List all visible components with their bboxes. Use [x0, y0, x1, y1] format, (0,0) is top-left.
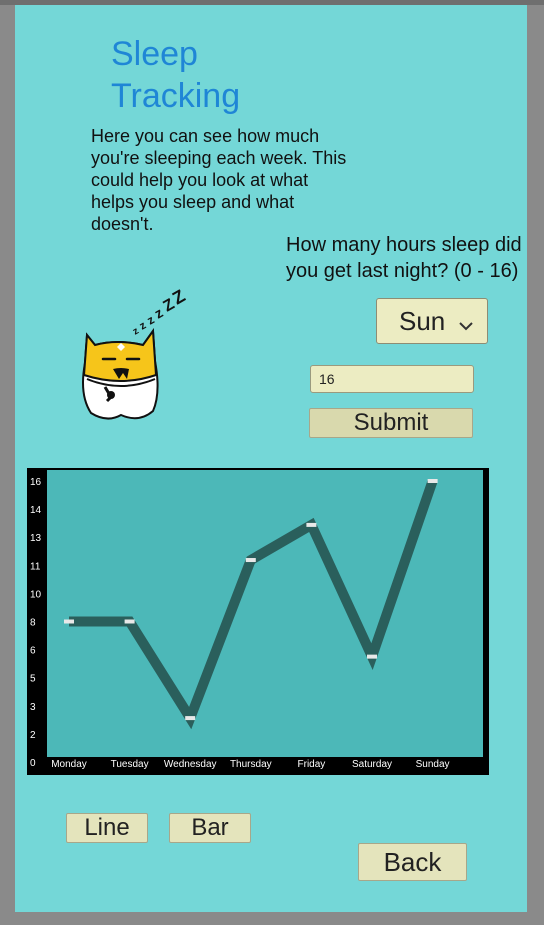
bar-chart-button[interactable]: Bar — [169, 813, 251, 843]
hours-input[interactable] — [310, 365, 474, 393]
y-tick-label: 6 — [30, 646, 36, 657]
back-button[interactable]: Back — [358, 843, 467, 881]
x-tick-label: Thursday — [230, 759, 272, 770]
x-tick-label: Sunday — [416, 759, 450, 770]
sleeping-mascot: z z z z Z Z — [65, 283, 205, 428]
data-point — [124, 619, 135, 624]
x-tick-labels: Monday Tuesday Wednesday Thursday Friday Satu… — [51, 759, 449, 770]
x-tick-label: Wednesday — [164, 759, 217, 770]
data-point — [306, 522, 317, 527]
sleep-line-chart: 0 2 3 5 6 8 10 11 13 14 16 Monday Tuesday Wednesday T… — [27, 468, 489, 775]
chevron-down-icon — [457, 311, 475, 331]
line-chart-button[interactable]: Line — [66, 813, 148, 843]
sleep-zzz-icon: z z z z Z Z — [131, 286, 189, 338]
submit-button[interactable]: Submit — [309, 408, 473, 438]
y-tick-label: 8 — [30, 618, 36, 629]
x-tick-label: Tuesday — [111, 759, 149, 770]
page-title: Sleep Tracking — [111, 35, 241, 115]
data-point — [367, 654, 377, 659]
y-tick-label: 10 — [30, 589, 42, 600]
data-point — [427, 479, 438, 483]
y-tick-label: 13 — [30, 533, 42, 544]
y-tick-label: 2 — [30, 730, 36, 741]
data-point — [64, 619, 74, 624]
y-tick-label: 16 — [30, 477, 42, 488]
x-tick-label: Saturday — [352, 759, 392, 770]
day-select-value: Sun — [399, 305, 446, 336]
y-tick-label: 5 — [30, 674, 36, 685]
data-point — [245, 558, 256, 563]
x-tick-label: Monday — [51, 759, 87, 770]
hours-question: How many hours sleep did you get last ni… — [286, 234, 522, 282]
sleep-tracking-panel: Sleep Tracking Here you can see how much… — [15, 5, 527, 912]
y-tick-label: 0 — [30, 758, 36, 769]
bottom-bar — [0, 912, 544, 925]
y-tick-label: 3 — [30, 702, 36, 713]
y-tick-label: 11 — [30, 561, 41, 572]
x-tick-label: Friday — [298, 759, 326, 770]
day-select[interactable]: Sun — [376, 298, 488, 344]
page-description: Here you can see how much you're sleepin… — [91, 126, 347, 234]
data-point — [185, 716, 196, 721]
y-tick-label: 14 — [30, 505, 42, 516]
